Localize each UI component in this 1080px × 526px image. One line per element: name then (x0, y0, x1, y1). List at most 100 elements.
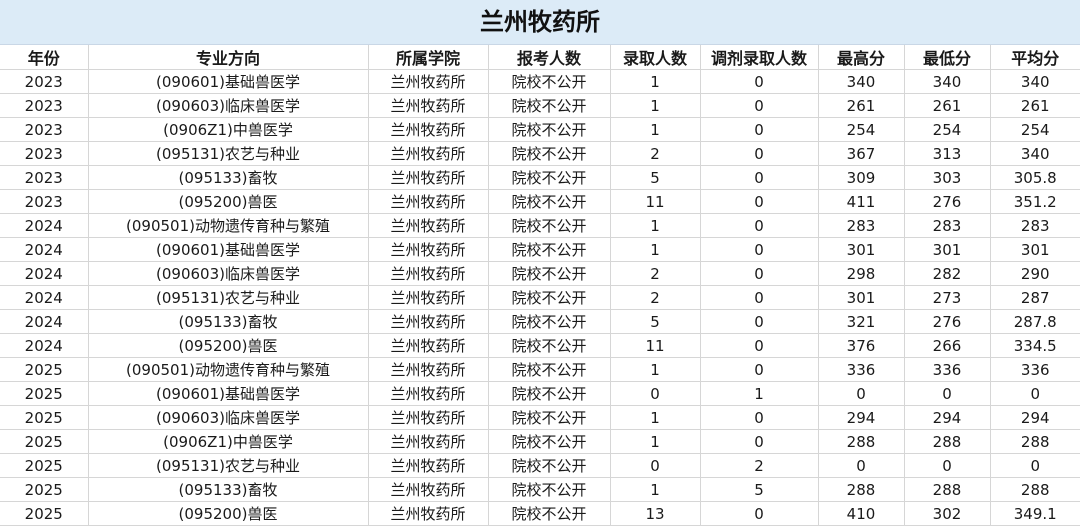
max-score-cell: 301 (818, 285, 905, 310)
min-score-cell: 288 (904, 429, 991, 454)
avg-score-cell: 351.2 (990, 189, 1080, 214)
avg-score-cell: 283 (990, 213, 1080, 238)
admitted-cell: 2 (610, 285, 701, 310)
major-cell: (095131)农艺与种业 (88, 141, 369, 166)
college-cell: 兰州牧药所 (368, 285, 489, 310)
college-cell: 兰州牧药所 (368, 453, 489, 478)
adjusted-cell: 0 (700, 405, 819, 430)
major-cell: (090501)动物遗传育种与繁殖 (88, 213, 369, 238)
max-score-cell: 410 (818, 501, 905, 526)
adjusted-cell: 0 (700, 69, 819, 94)
table-row: 2025 (090501)动物遗传育种与繁殖 兰州牧药所 院校不公开 1 0 336 336 3… (0, 357, 1080, 382)
header-adjusted: 调剂录取人数 (700, 45, 819, 70)
year-cell: 2024 (0, 261, 89, 286)
max-score-cell: 321 (818, 309, 905, 334)
applicants-cell: 院校不公开 (488, 261, 611, 286)
year-cell: 2025 (0, 501, 89, 526)
major-cell: (095131)农艺与种业 (88, 453, 369, 478)
adjusted-cell: 0 (700, 141, 819, 166)
year-cell: 2023 (0, 117, 89, 142)
adjusted-cell: 0 (700, 501, 819, 526)
major-cell: (095133)畜牧 (88, 477, 369, 502)
table-body: 2023 (090601)基础兽医学 兰州牧药所 院校不公开 1 0 340 340 340 20… (0, 69, 1080, 526)
adjusted-cell: 0 (700, 333, 819, 358)
applicants-cell: 院校不公开 (488, 165, 611, 190)
college-cell: 兰州牧药所 (368, 165, 489, 190)
min-score-cell: 294 (904, 405, 991, 430)
max-score-cell: 367 (818, 141, 905, 166)
applicants-cell: 院校不公开 (488, 213, 611, 238)
major-cell: (090601)基础兽医学 (88, 237, 369, 262)
table-row: 2024 (095131)农艺与种业 兰州牧药所 院校不公开 2 0 301 273 287 (0, 285, 1080, 310)
admitted-cell: 1 (610, 405, 701, 430)
year-cell: 2024 (0, 213, 89, 238)
max-score-cell: 288 (818, 477, 905, 502)
header-year: 年份 (0, 45, 89, 70)
year-cell: 2024 (0, 333, 89, 358)
header-row: 年份 专业方向 所属学院 报考人数 录取人数 调剂录取人数 最高分 最低分 平均… (0, 45, 1080, 70)
min-score-cell: 340 (904, 69, 991, 94)
applicants-cell: 院校不公开 (488, 141, 611, 166)
table-row: 2023 (095200)兽医 兰州牧药所 院校不公开 11 0 411 276 351.2 (0, 189, 1080, 214)
admitted-cell: 2 (610, 261, 701, 286)
table-row: 2024 (095133)畜牧 兰州牧药所 院校不公开 5 0 321 276 287.8 (0, 309, 1080, 334)
avg-score-cell: 0 (990, 453, 1080, 478)
college-cell: 兰州牧药所 (368, 429, 489, 454)
major-cell: (0906Z1)中兽医学 (88, 117, 369, 142)
avg-score-cell: 294 (990, 405, 1080, 430)
table-row: 2025 (090603)临床兽医学 兰州牧药所 院校不公开 1 0 294 294 294 (0, 405, 1080, 430)
adjusted-cell: 0 (700, 309, 819, 334)
max-score-cell: 283 (818, 213, 905, 238)
max-score-cell: 336 (818, 357, 905, 382)
adjusted-cell: 0 (700, 285, 819, 310)
min-score-cell: 0 (904, 453, 991, 478)
admitted-cell: 0 (610, 381, 701, 406)
college-cell: 兰州牧药所 (368, 237, 489, 262)
min-score-cell: 276 (904, 309, 991, 334)
year-cell: 2025 (0, 453, 89, 478)
admitted-cell: 1 (610, 477, 701, 502)
year-cell: 2025 (0, 381, 89, 406)
header-major: 专业方向 (88, 45, 369, 70)
applicants-cell: 院校不公开 (488, 357, 611, 382)
applicants-cell: 院校不公开 (488, 237, 611, 262)
year-cell: 2024 (0, 309, 89, 334)
max-score-cell: 301 (818, 237, 905, 262)
year-cell: 2025 (0, 357, 89, 382)
admitted-cell: 0 (610, 453, 701, 478)
header-college: 所属学院 (368, 45, 489, 70)
min-score-cell: 303 (904, 165, 991, 190)
max-score-cell: 298 (818, 261, 905, 286)
table-row: 2023 (095131)农艺与种业 兰州牧药所 院校不公开 2 0 367 313 340 (0, 141, 1080, 166)
table-row: 2024 (090501)动物遗传育种与繁殖 兰州牧药所 院校不公开 1 0 283 283 2… (0, 213, 1080, 238)
avg-score-cell: 254 (990, 117, 1080, 142)
avg-score-cell: 261 (990, 93, 1080, 118)
max-score-cell: 288 (818, 429, 905, 454)
avg-score-cell: 290 (990, 261, 1080, 286)
avg-score-cell: 288 (990, 429, 1080, 454)
major-cell: (095133)畜牧 (88, 165, 369, 190)
table-row: 2023 (095133)畜牧 兰州牧药所 院校不公开 5 0 309 303 305.8 (0, 165, 1080, 190)
major-cell: (0906Z1)中兽医学 (88, 429, 369, 454)
min-score-cell: 0 (904, 381, 991, 406)
year-cell: 2023 (0, 141, 89, 166)
header-min-score: 最低分 (904, 45, 991, 70)
avg-score-cell: 305.8 (990, 165, 1080, 190)
max-score-cell: 340 (818, 69, 905, 94)
adjusted-cell: 0 (700, 261, 819, 286)
major-cell: (090501)动物遗传育种与繁殖 (88, 357, 369, 382)
applicants-cell: 院校不公开 (488, 501, 611, 526)
admitted-cell: 2 (610, 141, 701, 166)
major-cell: (090601)基础兽医学 (88, 69, 369, 94)
major-cell: (090603)临床兽医学 (88, 93, 369, 118)
year-cell: 2025 (0, 405, 89, 430)
min-score-cell: 266 (904, 333, 991, 358)
college-cell: 兰州牧药所 (368, 69, 489, 94)
min-score-cell: 302 (904, 501, 991, 526)
adjusted-cell: 0 (700, 189, 819, 214)
admitted-cell: 1 (610, 93, 701, 118)
applicants-cell: 院校不公开 (488, 309, 611, 334)
avg-score-cell: 349.1 (990, 501, 1080, 526)
min-score-cell: 313 (904, 141, 991, 166)
admitted-cell: 1 (610, 117, 701, 142)
